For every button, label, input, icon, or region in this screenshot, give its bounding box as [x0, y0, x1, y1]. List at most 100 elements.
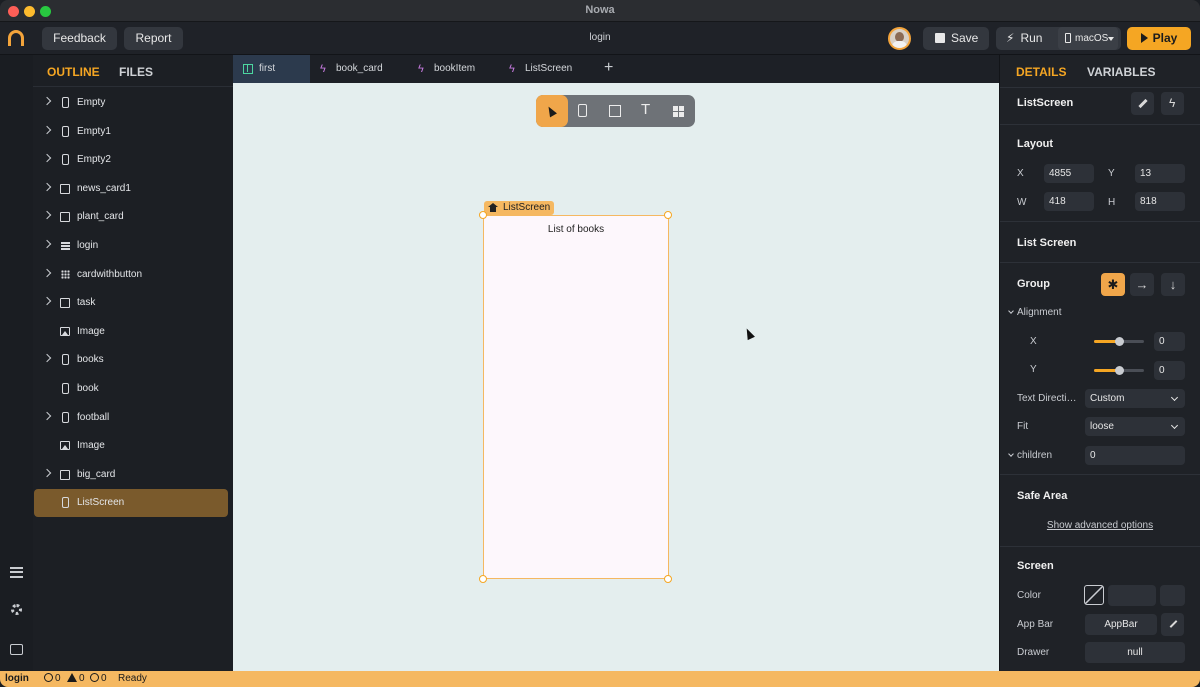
chevron-right-icon[interactable] [42, 211, 52, 220]
group-stack-button[interactable]: ✱ [1101, 273, 1125, 296]
editor-tab-listscreen[interactable]: ϟ ListScreen [499, 55, 599, 83]
keyboard-icon[interactable] [10, 644, 23, 655]
align-y-slider[interactable] [1094, 366, 1144, 375]
outline-item[interactable]: task [34, 289, 228, 317]
tab-outline[interactable]: OUTLINE [47, 65, 100, 79]
resize-handle-top-left[interactable] [479, 211, 487, 219]
editor-tab-first[interactable]: first [233, 55, 310, 83]
branch-label[interactable]: login [5, 673, 29, 684]
outline-item[interactable]: Empty2 [34, 146, 228, 174]
chevron-down-icon[interactable] [1008, 451, 1014, 457]
save-button[interactable]: Save [923, 27, 989, 50]
outline-item[interactable]: plant_card [34, 203, 228, 231]
feedback-button[interactable]: Feedback [42, 27, 117, 50]
bolt-icon: ϟ [1169, 96, 1176, 110]
user-avatar[interactable] [888, 27, 911, 50]
outline-item[interactable]: cardwithbutton [34, 261, 228, 289]
outline-item[interactable]: Empty [34, 89, 228, 117]
editor-tabbar: first ϟ book_card ϟ bookItem ϟ ListScree… [233, 55, 999, 83]
list-screen-title: List Screen [1017, 237, 1077, 249]
image-icon [60, 326, 70, 336]
drawer-button[interactable]: null [1085, 642, 1185, 663]
appbar-button[interactable]: AppBar [1085, 614, 1157, 635]
editor-tab-bookitem[interactable]: ϟ bookItem [408, 55, 503, 83]
chevron-right-icon[interactable] [42, 296, 52, 306]
outline-item[interactable]: book [34, 375, 228, 403]
play-button[interactable]: Play [1127, 27, 1191, 50]
run-button[interactable]: ⚡︎ Run [1006, 31, 1042, 45]
group-row-button[interactable]: → [1130, 273, 1154, 296]
outline-item-label: Empty2 [77, 154, 111, 166]
outline-item[interactable]: books [34, 346, 228, 374]
outline-item[interactable]: Image [34, 318, 228, 346]
container-tool-icon[interactable] [609, 105, 621, 117]
alignment-label: Alignment [1017, 307, 1062, 318]
chevron-right-icon[interactable] [42, 468, 52, 478]
y-input[interactable]: 13 [1135, 164, 1185, 183]
platform-dropdown[interactable]: macOS [1058, 27, 1118, 50]
errors-indicator[interactable]: 0 [44, 673, 61, 684]
w-input[interactable]: 418 [1044, 192, 1094, 211]
outline-item[interactable]: football [34, 404, 228, 432]
align-y-input[interactable]: 0 [1154, 361, 1185, 380]
color-input[interactable] [1108, 585, 1156, 606]
chevron-right-icon[interactable] [42, 153, 52, 163]
fit-dropdown[interactable]: loose [1085, 417, 1185, 436]
chevron-right-icon[interactable] [42, 268, 52, 277]
report-button[interactable]: Report [124, 27, 183, 50]
show-advanced-options-link[interactable]: Show advanced options [1000, 520, 1200, 531]
resize-handle-top-right[interactable] [664, 211, 672, 219]
outline-item-label: Empty [77, 97, 106, 108]
chevron-down-icon[interactable] [1008, 308, 1014, 314]
outline-item-label: books [77, 354, 104, 366]
outline-item-label: Image [77, 325, 105, 337]
chevron-down-icon [1170, 421, 1179, 430]
actions-button[interactable]: ϟ [1161, 92, 1184, 115]
outline-item[interactable]: login [34, 232, 228, 260]
align-x-input[interactable]: 0 [1154, 332, 1185, 351]
rename-button[interactable] [1131, 92, 1154, 115]
canvas-area[interactable]: first ϟ book_card ϟ bookItem ϟ ListScree… [233, 55, 999, 671]
editor-tab-book-card[interactable]: ϟ book_card [310, 55, 410, 83]
chevron-right-icon[interactable] [42, 96, 52, 106]
x-input[interactable]: 4855 [1044, 164, 1094, 183]
outline-item[interactable]: news_card1 [34, 175, 228, 203]
align-x-slider-knob[interactable] [1114, 337, 1124, 346]
outline-item[interactable]: Empty1 [34, 118, 228, 146]
tab-details[interactable]: DETAILS [1016, 65, 1066, 79]
component-tool-icon[interactable] [673, 106, 684, 117]
children-input[interactable]: 0 [1085, 446, 1185, 465]
color-opacity-input[interactable] [1160, 585, 1185, 606]
chevron-right-icon[interactable] [42, 354, 52, 363]
chevron-right-icon[interactable] [42, 239, 52, 249]
edit-appbar-button[interactable] [1161, 613, 1184, 636]
screen-frame[interactable]: List of books [483, 215, 669, 579]
warnings-indicator[interactable]: 0 [67, 673, 85, 684]
outline-item[interactable]: big_card [34, 461, 228, 489]
chevron-right-icon[interactable] [42, 411, 52, 420]
resize-handle-bottom-right[interactable] [664, 575, 672, 583]
frame-label[interactable]: ListScreen [484, 201, 555, 215]
tab-variables[interactable]: VARIABLES [1087, 65, 1155, 79]
align-x-slider[interactable] [1094, 337, 1144, 346]
frame-label-text: ListScreen [503, 202, 551, 213]
gear-icon[interactable] [11, 604, 22, 615]
chevron-right-icon[interactable] [42, 125, 52, 134]
outline-item[interactable]: Image [34, 432, 228, 460]
text-direction-dropdown[interactable]: Custom [1085, 389, 1185, 408]
resize-handle-bottom-left[interactable] [479, 575, 487, 583]
h-input[interactable]: 818 [1135, 192, 1185, 211]
color-swatch[interactable] [1084, 585, 1104, 605]
group-column-button[interactable]: ↓ [1161, 273, 1185, 296]
add-tab-button[interactable]: + [604, 59, 613, 77]
align-y-slider-knob[interactable] [1114, 366, 1124, 375]
bolt-icon: ϟ [320, 63, 326, 75]
chevron-right-icon[interactable] [42, 182, 52, 192]
arrow-down-icon: ↓ [1169, 277, 1177, 292]
infos-indicator[interactable]: 0 [90, 673, 107, 684]
device-tool-icon[interactable] [578, 104, 587, 117]
text-tool-icon[interactable]: T [641, 102, 650, 117]
layers-icon[interactable] [10, 567, 23, 578]
tab-files[interactable]: FILES [119, 65, 153, 79]
outline-item[interactable]: ListScreen [34, 489, 228, 518]
